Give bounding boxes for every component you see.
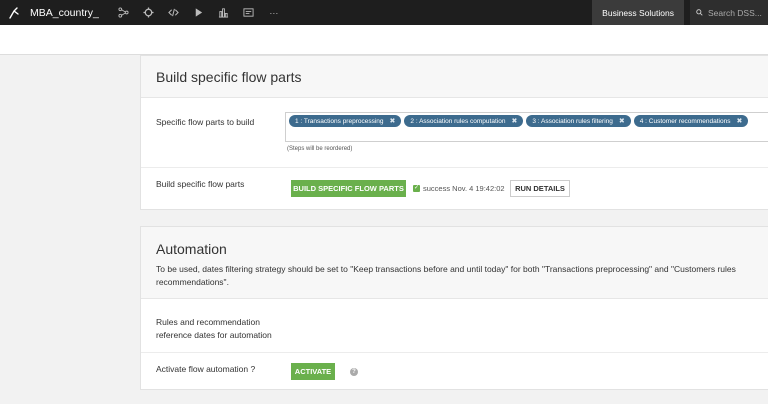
remove-tag-icon[interactable]: ✖ <box>736 117 742 125</box>
remove-tag-icon[interactable]: ✖ <box>511 117 517 125</box>
run-icon[interactable] <box>188 0 210 25</box>
flow-part-tag-label: 3 : Association rules filtering <box>532 117 613 125</box>
build-status: ✓ success Nov. 4 19:42:02 <box>413 184 505 193</box>
flow-parts-row: Specific flow parts to build 1 : Transac… <box>141 98 768 168</box>
search-icon <box>696 9 703 16</box>
build-label: Build specific flow parts <box>156 179 245 189</box>
flow-parts-label: Specific flow parts to build <box>156 117 255 127</box>
build-flow-parts-panel: Build specific flow parts Specific flow … <box>140 55 768 210</box>
activate-automation-label: Activate flow automation ? <box>156 364 256 374</box>
flow-icon[interactable] <box>113 0 135 25</box>
reference-dates-label-line1: Rules and recommendation <box>156 317 260 327</box>
build-action-row: Build specific flow parts BUILD SPECIFIC… <box>141 168 768 210</box>
global-search[interactable] <box>690 0 768 25</box>
run-details-button[interactable]: RUN DETAILS <box>510 180 570 197</box>
flow-part-tag-label: 4 : Customer recommendations <box>639 117 731 125</box>
flow-part-tag-label: 1 : Transactions preprocessing <box>295 117 384 125</box>
reorder-hint: (Steps will be reordered) <box>287 146 353 152</box>
build-panel-title: Build specific flow parts <box>156 68 302 85</box>
dashboard-icon[interactable] <box>213 0 235 25</box>
project-name[interactable]: MBA_country_ <box>30 7 99 19</box>
recipe-icon[interactable] <box>138 0 160 25</box>
flow-parts-selector[interactable]: 1 : Transactions preprocessing ✖ 2 : Ass… <box>285 112 768 142</box>
success-check-icon: ✓ <box>413 185 420 192</box>
automation-panel-header: Automation To be used, dates filtering s… <box>141 227 768 299</box>
top-navigation-bar: MBA_country_ ··· Business Solutions <box>0 0 768 25</box>
search-input[interactable] <box>708 7 768 18</box>
remove-tag-icon[interactable]: ✖ <box>619 117 625 125</box>
reference-dates-label-line2: reference dates for automation <box>156 330 272 340</box>
wiki-icon[interactable] <box>238 0 260 25</box>
secondary-header-bar <box>0 25 768 55</box>
build-status-text: success Nov. 4 19:42:02 <box>423 184 505 193</box>
activate-button[interactable]: ACTIVATE <box>291 363 335 380</box>
flow-part-tag-label: 2 : Association rules computation <box>410 117 506 125</box>
build-specific-flow-parts-button[interactable]: BUILD SPECIFIC FLOW PARTS <box>291 180 406 197</box>
help-icon[interactable]: ? <box>350 368 358 376</box>
flow-part-tag[interactable]: 1 : Transactions preprocessing ✖ <box>289 115 402 127</box>
activate-automation-row: Activate flow automation ? ACTIVATE ? <box>141 353 768 390</box>
flow-part-tag[interactable]: 4 : Customer recommendations ✖ <box>633 115 749 127</box>
automation-description: To be used, dates filtering strategy sho… <box>156 264 736 287</box>
remove-tag-icon[interactable]: ✖ <box>390 117 396 125</box>
flow-part-tag[interactable]: 2 : Association rules computation ✖ <box>404 115 524 127</box>
flow-part-tag[interactable]: 3 : Association rules filtering ✖ <box>526 115 631 127</box>
business-solutions-button[interactable]: Business Solutions <box>592 0 684 25</box>
dataiku-logo-icon[interactable] <box>8 6 20 19</box>
reference-dates-row: Rules and recommendation reference dates… <box>141 299 768 353</box>
automation-panel-title: Automation <box>156 241 227 257</box>
code-icon[interactable] <box>163 0 185 25</box>
more-icon[interactable]: ··· <box>263 0 285 25</box>
build-panel-header: Build specific flow parts <box>141 56 768 98</box>
automation-panel: Automation To be used, dates filtering s… <box>140 226 768 390</box>
